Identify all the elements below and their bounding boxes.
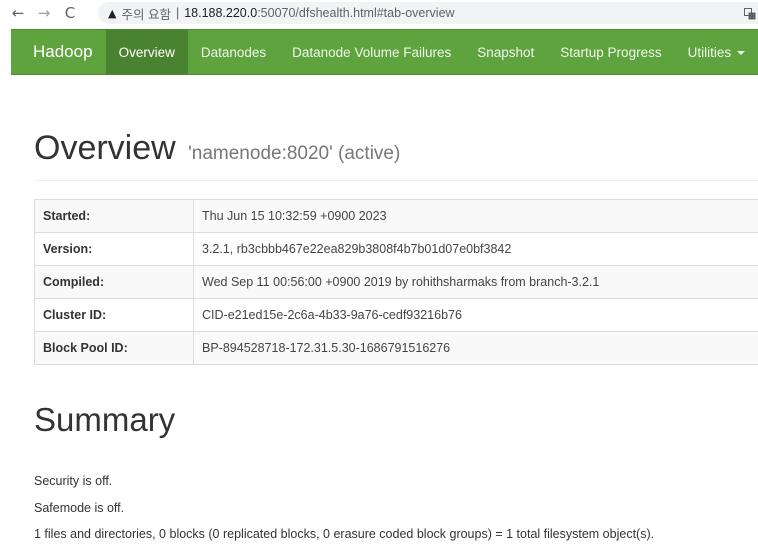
compiled-value: Wed Sep 11 00:56:00 +0900 2019 by rohith… [193,265,758,299]
back-arrow-icon[interactable]: ← [8,3,28,23]
security-warning-text[interactable]: 주의 요함 [121,4,170,23]
translate-icon-glyph [744,8,756,20]
table-row: Version: 3.2.1, rb3cbbb467e22ea829b3808f… [34,232,758,266]
filesystem-summary: 1 files and directories, 0 blocks (0 rep… [34,527,655,541]
address-bar[interactable]: ▲ 주의 요함 | 18.188.220.0 :50070/dfshealth.… [98,2,758,24]
version-label: Version: [34,232,194,266]
url-path: :50070/dfshealth.html#tab-overview [257,6,455,20]
block-pool-id-value: BP-894528718-172.31.5.30-1686791516276 [193,331,758,365]
hadoop-brand-link[interactable]: Hadoop [11,30,106,74]
compiled-label: Compiled: [34,265,194,299]
nav-tab-overview[interactable]: Overview [105,30,188,74]
cluster-id-label: Cluster ID: [34,298,194,332]
utilities-label: Utilities [687,44,732,60]
cluster-id-value: CID-e21ed15e-2c6a-4b33-9a76-cedf93216b76 [193,298,758,332]
overview-header: Overview 'namenode:8020' (active) [34,128,758,181]
safemode-status: Safemode is off. [34,501,125,515]
table-row: Block Pool ID: BP-894528718-172.31.5.30-… [34,331,758,365]
nav-tab-startup-progress[interactable]: Startup Progress [547,30,674,74]
hadoop-navbar: Hadoop Overview Datanodes Datanode Volum… [11,29,758,75]
nav-tab-datanodes[interactable]: Datanodes [188,30,279,74]
table-row: Compiled: Wed Sep 11 00:56:00 +0900 2019… [34,265,758,299]
forward-arrow-icon[interactable]: → [34,3,54,23]
namenode-status: 'namenode:8020' (active) [188,143,401,164]
table-row: Started: Thu Jun 15 10:32:59 +0900 2023 [34,199,758,233]
block-pool-id-label: Block Pool ID: [34,331,194,365]
caret-down-icon [737,51,746,55]
browser-toolbar: ← → C ▲ 주의 요함 | 18.188.220.0 :50070/dfsh… [0,0,758,26]
nav-tab-snapshot[interactable]: Snapshot [464,30,547,74]
warning-triangle-icon[interactable]: ▲ [108,7,116,20]
overview-info-table: Started: Thu Jun 15 10:32:59 +0900 2023 … [34,199,758,365]
version-value: 3.2.1, rb3cbbb467e22ea829b3808f4b7b01d07… [193,232,758,266]
table-row: Cluster ID: CID-e21ed15e-2c6a-4b33-9a76-… [34,298,758,332]
nav-dropdown-utilities[interactable]: Utilities [675,30,758,74]
url-host: 18.188.220.0 [184,6,258,20]
security-status: Security is off. [34,474,113,488]
summary-title: Summary [34,401,176,438]
nav-tab-datanode-volume-failures[interactable]: Datanode Volume Failures [279,30,464,74]
page-title: Overview [34,129,176,167]
translate-icon[interactable] [744,8,756,20]
address-separator: | [175,6,180,20]
reload-icon[interactable]: C [60,3,80,23]
started-value: Thu Jun 15 10:32:59 +0900 2023 [193,199,758,233]
started-label: Started: [34,199,194,233]
